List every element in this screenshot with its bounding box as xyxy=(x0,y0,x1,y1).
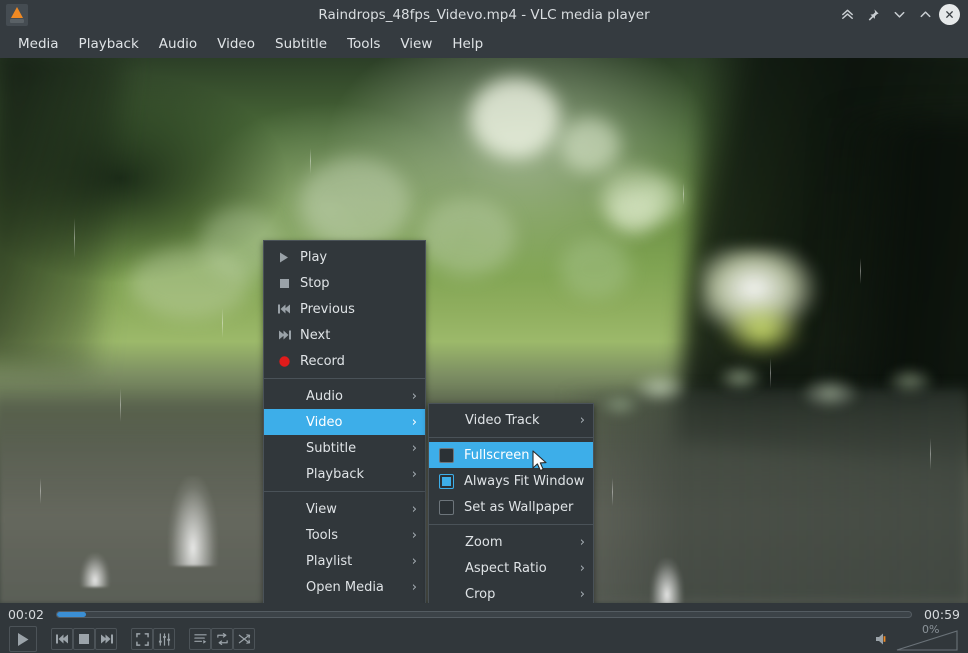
next-icon xyxy=(274,330,294,340)
volume-percent: 0% xyxy=(922,623,939,636)
window-title: Raindrops_48fps_Videvo.mp4 - VLC media p… xyxy=(0,7,968,23)
menu-item-record[interactable]: Record xyxy=(264,348,425,374)
loop-button[interactable] xyxy=(211,628,233,650)
vlc-window: Raindrops_48fps_Videvo.mp4 - VLC media p… xyxy=(0,0,968,653)
chevron-right-icon: › xyxy=(402,415,417,430)
seek-progress-fill xyxy=(57,612,86,617)
chevron-right-icon: › xyxy=(402,580,417,595)
menubar-item-help[interactable]: Help xyxy=(442,32,493,56)
menu-item-open-media[interactable]: Open Media › xyxy=(264,574,425,600)
submenu-item-set-as-wallpaper[interactable]: Set as Wallpaper xyxy=(429,494,593,520)
submenu-item-video-track[interactable]: Video Track › xyxy=(429,407,593,433)
menubar-item-view[interactable]: View xyxy=(390,32,442,56)
menu-item-play[interactable]: Play xyxy=(264,244,425,270)
menubar-item-video[interactable]: Video xyxy=(207,32,265,56)
maximize-button[interactable] xyxy=(913,3,937,27)
extended-settings-button[interactable] xyxy=(153,628,175,650)
chevron-right-icon: › xyxy=(402,467,417,482)
chevron-right-icon: › xyxy=(402,441,417,456)
context-menu[interactable]: Play Stop Previous xyxy=(263,240,426,603)
menubar-item-tools[interactable]: Tools xyxy=(337,32,390,56)
menu-item-audio[interactable]: Audio › xyxy=(264,383,425,409)
submenu-item-zoom[interactable]: Zoom › xyxy=(429,529,593,555)
vlc-cone-icon xyxy=(6,4,28,26)
shade-button[interactable] xyxy=(835,3,859,27)
total-time: 00:59 xyxy=(916,607,968,622)
volume-control[interactable]: 0% xyxy=(875,626,958,652)
menu-separator xyxy=(264,378,425,379)
chevron-right-icon: › xyxy=(402,502,417,517)
menu-bar: Media Playback Audio Video Subtitle Tool… xyxy=(0,29,968,58)
record-icon xyxy=(274,356,294,367)
next-button[interactable] xyxy=(95,628,117,650)
playlist-button[interactable] xyxy=(189,628,211,650)
menu-item-stop[interactable]: Stop xyxy=(264,270,425,296)
submenu-item-crop[interactable]: Crop › xyxy=(429,581,593,603)
pin-icon[interactable] xyxy=(861,3,885,27)
close-button[interactable] xyxy=(939,4,960,25)
menu-item-subtitle[interactable]: Subtitle › xyxy=(264,435,425,461)
seek-slider[interactable] xyxy=(56,611,912,618)
set-as-wallpaper-checkbox[interactable] xyxy=(439,500,454,515)
seek-row: 00:02 00:59 xyxy=(0,603,968,625)
always-fit-window-checkbox[interactable] xyxy=(439,474,454,489)
stop-button[interactable] xyxy=(73,628,95,650)
chevron-right-icon: › xyxy=(570,561,585,576)
fullscreen-checkbox[interactable] xyxy=(439,448,454,463)
menu-item-playlist[interactable]: Playlist › xyxy=(264,548,425,574)
menu-separator xyxy=(429,524,593,525)
title-bar: Raindrops_48fps_Videvo.mp4 - VLC media p… xyxy=(0,0,968,29)
video-submenu[interactable]: Video Track › Fullscreen Always Fit Wind… xyxy=(428,403,594,603)
video-surface[interactable]: Play Stop Previous xyxy=(0,58,968,603)
menu-separator xyxy=(429,437,593,438)
control-bar: 00:02 00:59 xyxy=(0,603,968,653)
menu-separator xyxy=(264,491,425,492)
submenu-item-always-fit-window[interactable]: Always Fit Window xyxy=(429,468,593,494)
menubar-item-subtitle[interactable]: Subtitle xyxy=(265,32,337,56)
chevron-right-icon: › xyxy=(402,528,417,543)
menu-item-video[interactable]: Video › xyxy=(264,409,425,435)
chevron-right-icon: › xyxy=(570,535,585,550)
chevron-right-icon: › xyxy=(402,389,417,404)
menubar-item-playback[interactable]: Playback xyxy=(69,32,149,56)
submenu-item-aspect-ratio[interactable]: Aspect Ratio › xyxy=(429,555,593,581)
chevron-right-icon: › xyxy=(402,554,417,569)
menubar-item-media[interactable]: Media xyxy=(8,32,69,56)
minimize-button[interactable] xyxy=(887,3,911,27)
menubar-item-audio[interactable]: Audio xyxy=(149,32,207,56)
submenu-item-fullscreen[interactable]: Fullscreen xyxy=(429,442,593,468)
menu-item-next[interactable]: Next xyxy=(264,322,425,348)
chevron-right-icon: › xyxy=(570,413,585,428)
previous-icon xyxy=(274,304,294,314)
play-button[interactable] xyxy=(9,626,37,652)
menu-item-tools[interactable]: Tools › xyxy=(264,522,425,548)
transport-controls: 0% xyxy=(0,625,968,653)
stop-icon xyxy=(274,279,294,288)
menu-item-view[interactable]: View › xyxy=(264,496,425,522)
volume-icon[interactable] xyxy=(875,632,890,646)
previous-button[interactable] xyxy=(51,628,73,650)
chevron-right-icon: › xyxy=(570,587,585,602)
window-controls xyxy=(835,0,960,29)
elapsed-time: 00:02 xyxy=(0,607,52,622)
menu-item-previous[interactable]: Previous xyxy=(264,296,425,322)
shuffle-button[interactable] xyxy=(233,628,255,650)
fullscreen-button[interactable] xyxy=(131,628,153,650)
menu-item-playback[interactable]: Playback › xyxy=(264,461,425,487)
volume-slider[interactable]: 0% xyxy=(896,626,958,652)
play-icon xyxy=(274,252,294,263)
